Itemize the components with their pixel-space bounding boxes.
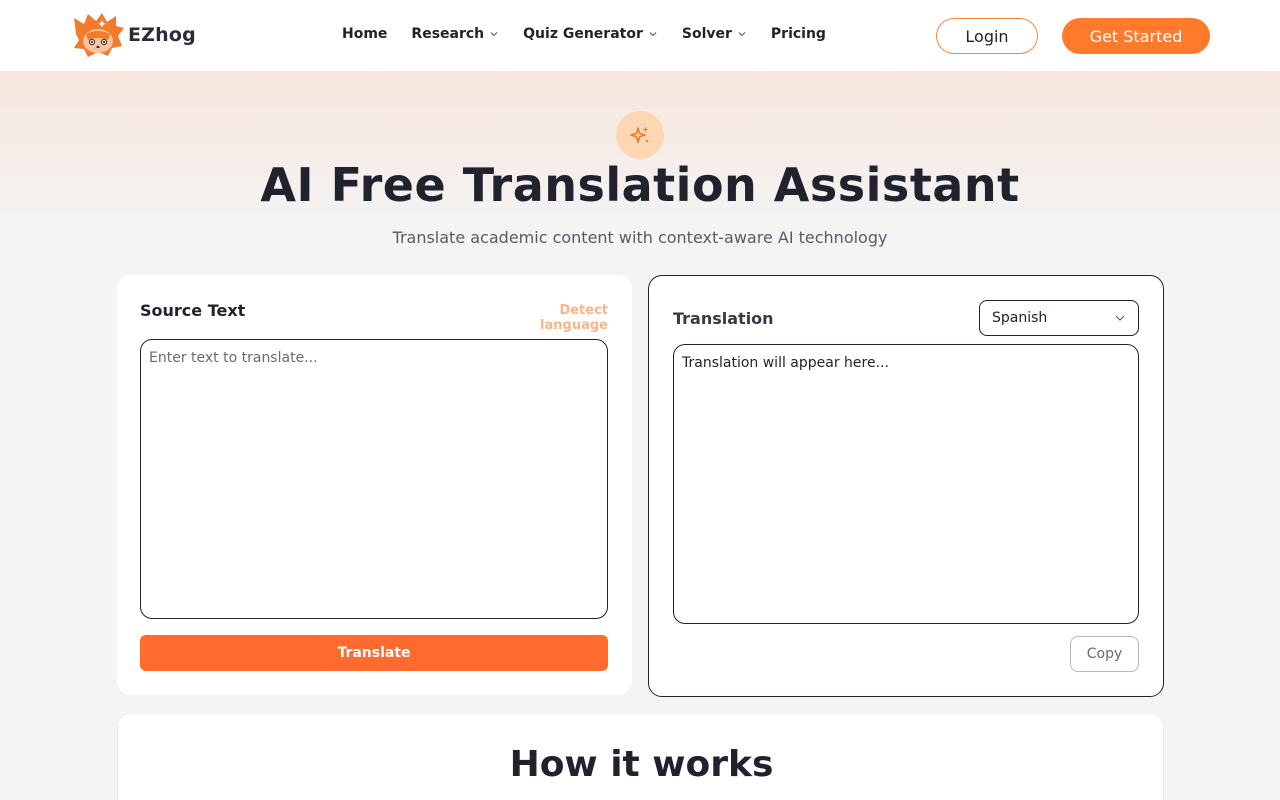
translate-button[interactable]: Translate xyxy=(140,635,608,671)
sparkles-icon xyxy=(630,126,649,143)
hedgehog-logo-icon xyxy=(74,13,124,57)
login-button[interactable]: Login xyxy=(936,18,1038,54)
brand-name: EZhog xyxy=(128,24,196,46)
how-it-works-title: How it works xyxy=(509,744,774,785)
page-subtitle: Translate academic content with context-… xyxy=(392,228,888,247)
translation-label: Translation xyxy=(673,309,774,328)
nav-item-solver[interactable]: Solver xyxy=(682,26,747,42)
nav-item-research[interactable]: Research xyxy=(411,26,499,42)
selected-language: Spanish xyxy=(992,310,1048,326)
detect-language-link[interactable]: Detect language xyxy=(492,303,608,333)
target-language-select[interactable]: Spanish xyxy=(979,300,1139,336)
nav-item-label: Quiz Generator xyxy=(523,26,643,42)
translation-panel: Translation Spanish Translation will app… xyxy=(648,275,1164,697)
nav-item-label: Pricing xyxy=(770,26,826,42)
chevron-down-icon xyxy=(1115,315,1125,321)
chevron-down-icon xyxy=(738,32,746,37)
how-it-works-section: How it works xyxy=(117,713,1164,800)
hero-badge xyxy=(616,111,664,159)
site-header: EZhog Home Research Quiz Generator Solve… xyxy=(0,0,1280,71)
nav-item-label: Research xyxy=(411,26,485,42)
source-text-label: Source Text xyxy=(140,301,246,320)
translation-output-text: Translation will appear here... xyxy=(682,355,889,371)
get-started-button[interactable]: Get Started xyxy=(1062,18,1210,54)
source-panel: Source Text Detect language Translate xyxy=(117,275,632,695)
chevron-down-icon xyxy=(490,32,498,37)
brand-logo[interactable]: EZhog xyxy=(72,12,196,58)
page-title: AI Free Translation Assistant xyxy=(260,158,1020,212)
translation-output: Translation will appear here... xyxy=(673,344,1139,624)
chevron-down-icon xyxy=(649,32,657,37)
main-nav: Home Research Quiz Generator Solver Pric… xyxy=(342,26,826,42)
copy-button[interactable]: Copy xyxy=(1070,636,1139,672)
source-text-input[interactable] xyxy=(140,339,608,619)
nav-item-label: Solver xyxy=(681,26,732,42)
nav-item-quiz-generator[interactable]: Quiz Generator xyxy=(523,26,658,42)
nav-item-home[interactable]: Home xyxy=(342,26,387,42)
nav-item-label: Home xyxy=(342,26,388,42)
nav-item-pricing[interactable]: Pricing xyxy=(771,26,826,42)
